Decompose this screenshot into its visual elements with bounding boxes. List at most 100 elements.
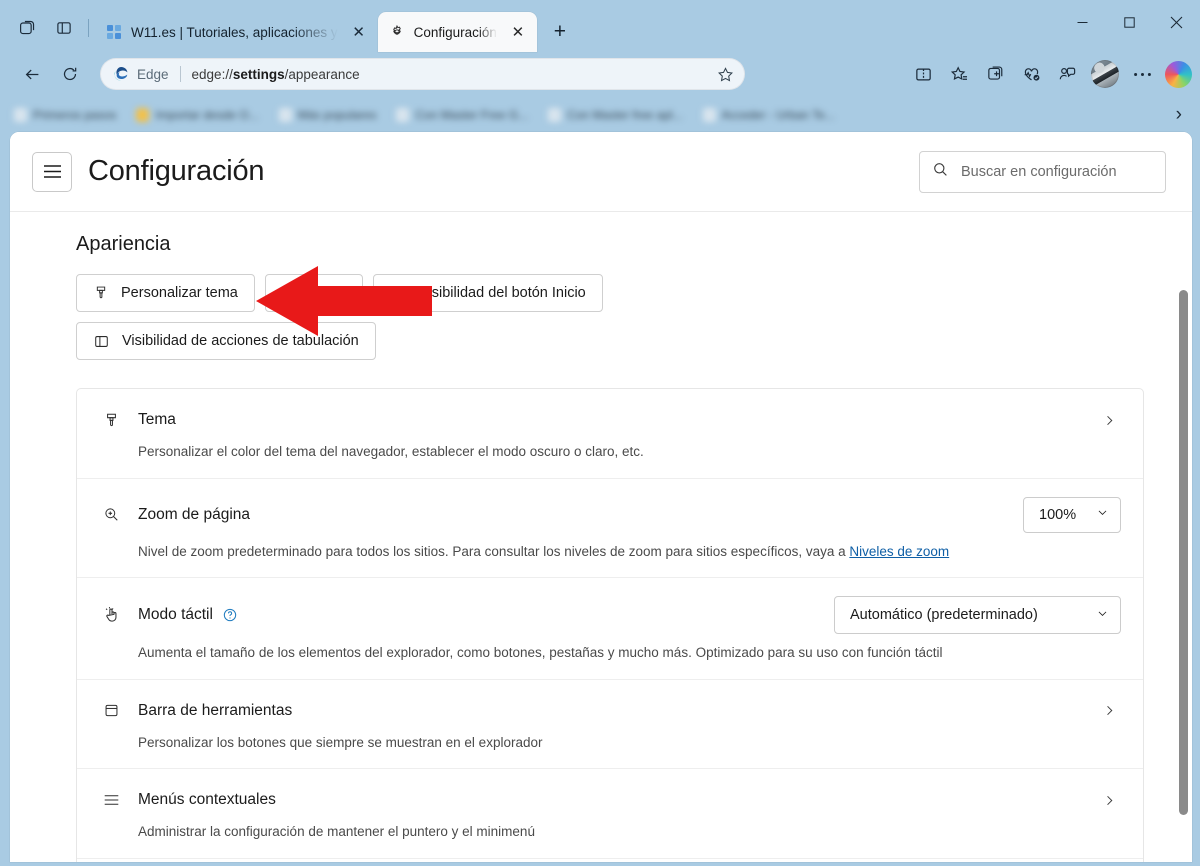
bookmark-item[interactable]: Con Master free apl...	[548, 108, 683, 122]
close-icon[interactable]: ✕	[505, 19, 531, 45]
omnibox-url[interactable]: edge://settings/appearance	[192, 67, 360, 82]
profile-avatar[interactable]	[1091, 60, 1119, 88]
more-options-icon[interactable]	[1125, 58, 1160, 90]
setting-title: Modo táctil	[138, 606, 213, 624]
setting-row-modo-tactil[interactable]: Modo táctil Automático (predeterminado)	[77, 578, 1143, 680]
help-circle-icon[interactable]	[222, 607, 238, 623]
title-bar: W11.es | Tutoriales, aplicaciones y ✕ Co…	[0, 0, 1200, 52]
url-host: settings	[232, 66, 285, 82]
window-controls	[1059, 0, 1200, 44]
page-icon	[278, 108, 292, 122]
touch-hand-icon	[103, 606, 127, 624]
chevron-right-icon[interactable]	[1098, 411, 1121, 430]
page-icon	[14, 108, 27, 122]
settings-scroll-area: Apariencia Personalizar tema Modo Visibi…	[10, 213, 1192, 862]
tab-strip: W11.es | Tutoriales, aplicaciones y ✕ Co…	[95, 0, 577, 52]
scrollbar-thumb[interactable]	[1179, 290, 1188, 815]
bookmark-item[interactable]: Primeros pasos	[14, 108, 116, 122]
zoom-in-icon	[103, 506, 127, 523]
section-title: Apariencia	[76, 233, 171, 255]
bookmark-item[interactable]: Acceder - Urban Te...	[702, 108, 835, 122]
close-icon[interactable]: ✕	[346, 19, 372, 45]
bookmark-label: Primeros pasos	[33, 108, 117, 122]
tabstrip-divider	[88, 19, 89, 37]
settings-page: Configuración Apariencia	[10, 132, 1192, 862]
maximize-button[interactable]	[1106, 0, 1153, 44]
home-icon	[390, 285, 407, 302]
paint-brush-icon	[103, 412, 127, 429]
setting-title: Tema	[138, 411, 176, 428]
copilot-chat-icon[interactable]	[1050, 58, 1085, 90]
favorite-star-icon[interactable]	[711, 60, 739, 88]
refresh-icon[interactable]	[52, 58, 88, 90]
browser-essentials-icon[interactable]	[1014, 58, 1049, 90]
setting-row-menus-contextuales[interactable]: Menús contextuales Administrar la config…	[77, 769, 1143, 859]
favorites-icon[interactable]	[942, 58, 977, 90]
page-scrollbar[interactable]	[1178, 216, 1189, 862]
url-path: /appearance	[284, 66, 360, 82]
setting-row-zoom-de-pagina[interactable]: Zoom de página 100% Nivel de zoom predet…	[77, 479, 1143, 579]
search-input[interactable]	[961, 163, 1153, 180]
toolbar-icon	[103, 702, 127, 719]
setting-title: Menús contextuales	[138, 791, 276, 809]
quicklink-visibilidad-boton-inicio[interactable]: Visibilidad del botón Inicio	[373, 274, 603, 312]
tab-title: Configuración	[413, 24, 497, 40]
paint-brush-icon	[93, 285, 109, 301]
settings-search-box[interactable]	[919, 150, 1166, 193]
chevron-right-icon[interactable]	[1098, 791, 1121, 810]
setting-title: Barra de herramientas	[138, 701, 293, 719]
zoom-level-value: 100%	[1039, 506, 1077, 523]
edge-logo-icon	[112, 65, 130, 83]
chevron-down-icon	[1096, 506, 1109, 523]
page-title: Configuración	[88, 155, 265, 187]
url-prefix: edge://	[191, 66, 233, 82]
setting-description: Nivel de zoom predeterminado para todos …	[138, 542, 998, 562]
tab-title: W11.es | Tutoriales, aplicaciones y	[131, 24, 338, 40]
page-icon	[548, 108, 562, 122]
quicklink-label: Visibilidad de acciones de tabulación	[122, 333, 359, 349]
appearance-settings-card: Tema Personalizar el color del tema del …	[76, 388, 1144, 862]
bookmarks-overflow-icon[interactable]: ›	[1176, 104, 1182, 126]
bookmark-label: Importar desde O...	[155, 108, 259, 122]
tab-configuracion[interactable]: Configuración ✕	[377, 12, 537, 52]
bookmark-item[interactable]: Con Master Free G...	[396, 108, 528, 122]
bookmark-label: Más populares	[297, 108, 377, 122]
new-tab-button[interactable]: +	[543, 15, 577, 49]
copilot-icon[interactable]	[1165, 60, 1192, 88]
tab-search-icon[interactable]	[8, 12, 44, 44]
tab-actions-icon[interactable]	[46, 12, 82, 44]
collections-icon[interactable]	[978, 58, 1013, 90]
chevron-down-icon	[1096, 607, 1109, 624]
setting-row-tema[interactable]: Tema Personalizar el color del tema del …	[77, 389, 1143, 479]
minimize-button[interactable]	[1059, 0, 1106, 44]
setting-row-comportamiento-caracteristicas[interactable]: Comportamiento y características del exp…	[77, 859, 1143, 862]
quicklink-label: Personalizar tema	[121, 285, 238, 301]
quicklink-personalizar-tema[interactable]: Personalizar tema	[76, 274, 255, 312]
close-window-button[interactable]	[1153, 0, 1200, 44]
quick-links-row: Personalizar tema Modo Visibilidad del b…	[76, 274, 716, 360]
back-icon[interactable]	[14, 58, 50, 90]
quicklink-visibilidad-acciones-tabulacion[interactable]: Visibilidad de acciones de tabulación	[76, 322, 376, 360]
navigation-toolbar: Edge edge://settings/appearance	[0, 52, 1200, 96]
star-icon	[136, 108, 150, 122]
description-text: Nivel de zoom predeterminado para todos …	[138, 543, 850, 559]
page-icon	[702, 108, 716, 122]
quicklink-modo[interactable]: Modo	[264, 274, 364, 312]
setting-row-barra-de-herramientas[interactable]: Barra de herramientas Personalizar los b…	[77, 680, 1143, 770]
setting-description: Administrar la configuración de mantener…	[138, 824, 535, 840]
bookmark-item[interactable]: Más populares	[278, 108, 377, 122]
address-bar[interactable]: Edge edge://settings/appearance	[100, 58, 745, 90]
quicklink-label: Visibilidad del botón Inicio	[419, 285, 586, 301]
mode-icon	[282, 285, 298, 301]
split-screen-icon[interactable]	[906, 58, 941, 90]
zoom-level-dropdown[interactable]: 100%	[1023, 496, 1121, 533]
tab-w11es[interactable]: W11.es | Tutoriales, aplicaciones y ✕	[95, 12, 378, 52]
niveles-de-zoom-link[interactable]: Niveles de zoom	[849, 544, 949, 559]
bookmarks-bar: Primeros pasos Importar desde O... Más p…	[0, 96, 1200, 134]
settings-menu-icon[interactable]	[32, 151, 72, 192]
touch-mode-value: Automático (predeterminado)	[850, 607, 1038, 624]
edge-browser-window: W11.es | Tutoriales, aplicaciones y ✕ Co…	[0, 0, 1200, 866]
bookmark-item[interactable]: Importar desde O...	[136, 108, 259, 122]
touch-mode-dropdown[interactable]: Automático (predeterminado)	[834, 596, 1121, 635]
chevron-right-icon[interactable]	[1098, 701, 1121, 720]
